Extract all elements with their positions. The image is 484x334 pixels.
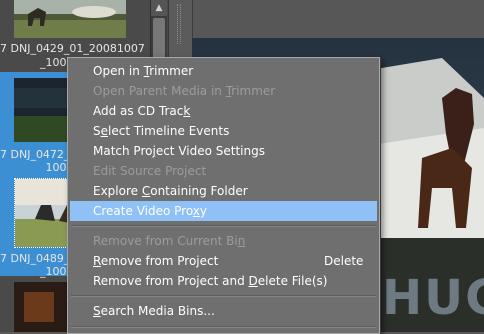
menu-accelerator: C <box>141 184 151 198</box>
menu-item-explore-containing-folder[interactable]: Explore Containing Folder <box>70 181 377 201</box>
menu-item-remove-from-current-bin: Remove from Current Bin <box>70 231 377 251</box>
menu-separator <box>71 295 376 297</box>
menu-label: Remove from Current Bi <box>93 234 238 248</box>
menu-label: earch Media Bins... <box>100 304 215 318</box>
menu-item-match-project-video-settings[interactable]: Match Project Video Settings <box>70 141 377 161</box>
menu-label: ontaining Folder <box>150 184 248 198</box>
preview-toolbar <box>192 0 484 38</box>
menu-accelerator: n <box>237 234 246 248</box>
menu-item-search-media-bins[interactable]: Search Media Bins... <box>70 301 377 321</box>
menu-item-create-video-proxy[interactable]: Create Video Proxy <box>70 201 377 221</box>
menu-label: Edit Source Pro <box>93 164 185 178</box>
thumbnail-image <box>14 0 126 38</box>
menu-label: ect Video Settings <box>155 144 265 158</box>
menu-accelerator: S <box>93 304 101 318</box>
menu-accelerator: R <box>93 254 101 268</box>
menu-item-add-as-cd-track[interactable]: Add as CD Track <box>70 101 377 121</box>
splitter-grip-icon <box>177 4 181 44</box>
media-thumbnail[interactable] <box>14 0 126 38</box>
menu-accelerator: x <box>192 204 200 218</box>
menu-item-open-in-trimmer[interactable]: Open in Trimmer <box>70 61 377 81</box>
menu-label: Open in <box>93 64 144 78</box>
menu-label: ect <box>187 164 207 178</box>
menu-separator <box>71 225 376 227</box>
media-caption: 7 DNJ_0429_01_20081007 <box>0 42 145 55</box>
menu-item-open-parent-media-in-trimmer: Open Parent Media in Trimmer <box>70 81 377 101</box>
menu-label: Open Parent Media in <box>93 84 226 98</box>
menu-label: y <box>199 204 208 218</box>
menu-shortcut: Delete <box>324 254 364 268</box>
menu-label: rimmer <box>231 84 276 98</box>
menu-label: lect Timeline Events <box>108 124 230 138</box>
menu-accelerator: k <box>183 104 191 118</box>
menu-label: Explore <box>93 184 142 198</box>
menu-label: S <box>93 124 101 138</box>
menu-label: elete File(s) <box>257 274 328 288</box>
menu-label: Match Pro <box>93 144 153 158</box>
preview-overlay-text: HUG <box>382 270 484 326</box>
menu-item-select-timeline-events[interactable]: Select Timeline Events <box>70 121 377 141</box>
context-menu: Open in Trimmer Open Parent Media in Tri… <box>67 57 380 334</box>
menu-accelerator: D <box>248 274 258 288</box>
scroll-up-icon[interactable]: ▲ <box>151 0 167 16</box>
menu-separator <box>71 326 376 328</box>
menu-item-remove-from-project[interactable]: Remove from Project Delete <box>70 251 377 271</box>
menu-accelerator: e <box>100 124 109 138</box>
menu-label: Create Video Pro <box>93 204 193 218</box>
menu-label: Add as CD Trac <box>93 104 184 118</box>
menu-label: emove from Project <box>100 254 219 268</box>
menu-label: rimmer <box>149 64 194 78</box>
menu-item-remove-and-delete-files[interactable]: Remove from Project and Delete File(s) <box>70 271 377 291</box>
menu-item-edit-source-project: Edit Source Project <box>70 161 377 181</box>
menu-label: Remove from Project and <box>93 274 249 288</box>
